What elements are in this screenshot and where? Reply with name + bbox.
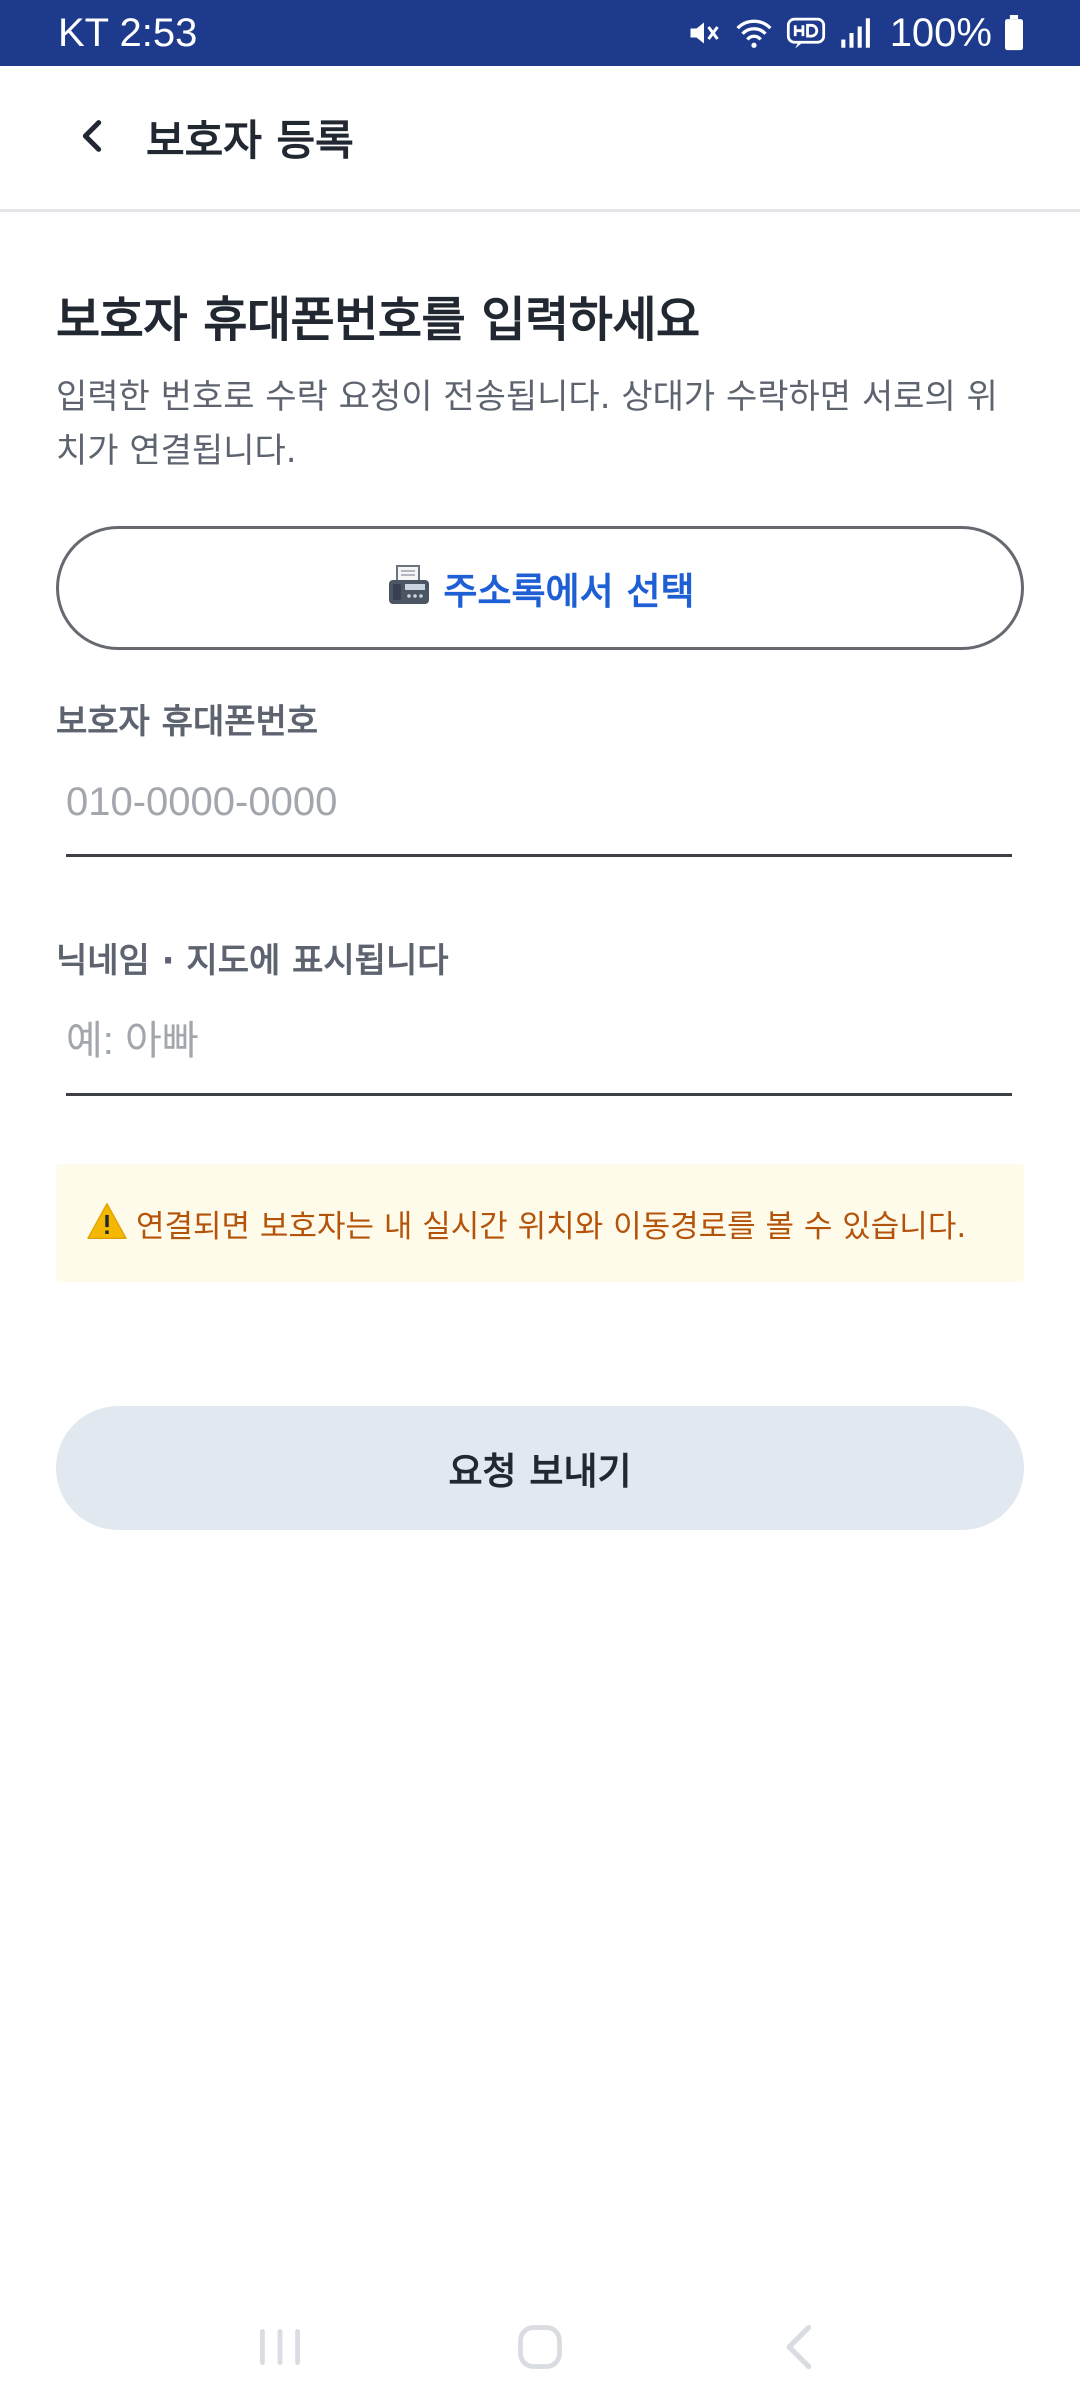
system-back-button[interactable]	[750, 2299, 850, 2399]
phone-input[interactable]	[66, 780, 1012, 845]
nickname-field	[66, 1010, 1012, 1096]
battery-icon	[1004, 15, 1024, 51]
send-request-label: 요청 보내기	[448, 1450, 632, 1493]
screen: KT 2:53 100% 보호자 등록 보호자 휴대폰번호를 입력하세요 입력한…	[0, 0, 1080, 2408]
signal-icon	[838, 16, 874, 50]
home-icon	[514, 2321, 566, 2377]
select-from-contacts-button[interactable]: 주소록에서 선택	[56, 526, 1024, 650]
select-from-contacts-label: 주소록에서 선택	[443, 570, 695, 613]
status-left: KT 2:53	[58, 11, 197, 56]
back-icon	[780, 2321, 820, 2377]
fax-icon	[385, 562, 433, 614]
form-description: 입력한 번호로 수락 요청이 전송됩니다. 상대가 수락하면 서로의 위치가 연…	[56, 377, 998, 471]
system-nav-bar	[0, 2290, 1080, 2408]
nickname-field-label: 닉네임 · 지도에 표시됩니다	[56, 941, 449, 981]
back-button[interactable]	[42, 88, 142, 188]
privacy-warning: 연결되면 보호자는 내 실시간 위치와 이동경로를 볼 수 있습니다.	[56, 1164, 1024, 1282]
send-request-button[interactable]: 요청 보내기	[56, 1406, 1024, 1530]
form-content: 보호자 휴대폰번호를 입력하세요 입력한 번호로 수락 요청이 전송됩니다. 상…	[56, 212, 1024, 1530]
recent-apps-icon	[254, 2323, 306, 2375]
mute-icon	[686, 15, 722, 51]
phone-field	[66, 771, 1012, 857]
hd-icon	[786, 16, 826, 50]
home-button[interactable]	[490, 2299, 590, 2399]
nickname-input[interactable]	[66, 1019, 1012, 1084]
wifi-icon	[734, 15, 774, 51]
status-bar: KT 2:53 100%	[0, 0, 1080, 66]
status-icons: 100%	[686, 11, 1024, 56]
form-title: 보호자 휴대폰번호를 입력하세요	[56, 292, 700, 348]
recent-apps-button[interactable]	[230, 2299, 330, 2399]
warning-icon	[86, 1202, 128, 1244]
phone-field-label: 보호자 휴대폰번호	[56, 702, 319, 742]
carrier-time: KT 2:53	[58, 10, 198, 55]
warning-text: 연결되면 보호자는 내 실시간 위치와 이동경로를 볼 수 있습니다.	[136, 1208, 967, 1245]
app-header: 보호자 등록	[0, 66, 1080, 212]
chevron-left-icon	[75, 116, 109, 160]
battery-percent: 100%	[889, 10, 992, 55]
page-header-title: 보호자 등록	[146, 116, 354, 165]
